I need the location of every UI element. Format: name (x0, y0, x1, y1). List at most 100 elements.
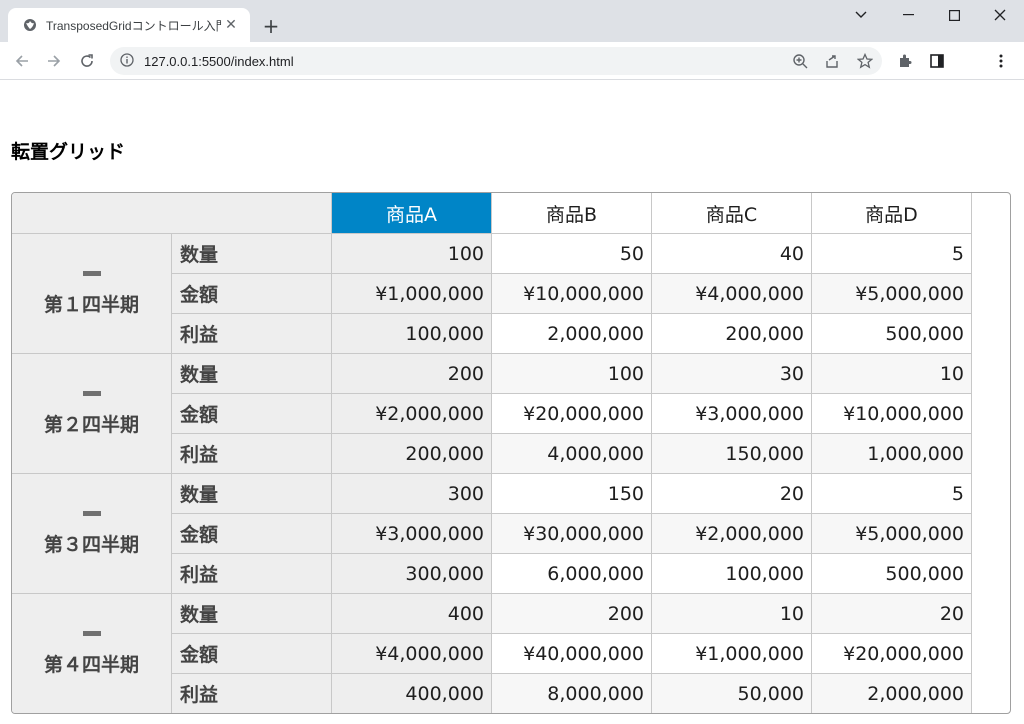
bookmark-star-icon[interactable] (851, 47, 879, 75)
share-icon[interactable] (818, 47, 846, 75)
collapse-icon[interactable] (82, 630, 101, 636)
minimize-icon[interactable] (885, 0, 931, 30)
grid-cell[interactable]: ¥5,000,000 (812, 274, 972, 314)
grid-cell[interactable]: ¥2,000,000 (652, 514, 812, 554)
row-header[interactable]: 数量 (172, 474, 332, 514)
url-text: 127.0.0.1:5500/index.html (144, 53, 294, 69)
row-header[interactable]: 数量 (172, 234, 332, 274)
grid-cell[interactable]: 5 (812, 474, 972, 514)
new-tab-button[interactable]: + (258, 13, 284, 39)
column-header[interactable]: 商品A (332, 193, 492, 234)
grid-cell[interactable]: 100,000 (652, 554, 812, 594)
collapse-icon[interactable] (82, 270, 101, 276)
menu-icon[interactable] (987, 47, 1015, 75)
row-header[interactable]: 数量 (172, 354, 332, 394)
row-header[interactable]: 金額 (172, 634, 332, 674)
grid-cell[interactable]: 200,000 (332, 434, 492, 474)
grid-top-left-cell[interactable] (12, 193, 332, 234)
grid-cell[interactable]: 150 (492, 474, 652, 514)
page-title: 転置グリッド (11, 141, 126, 163)
grid-cell[interactable]: 500,000 (812, 554, 972, 594)
grid-cell[interactable]: 200 (492, 594, 652, 634)
close-window-icon[interactable] (977, 0, 1023, 30)
grid-cell[interactable]: ¥2,000,000 (332, 394, 492, 434)
group-header[interactable]: 第１四半期 (12, 234, 172, 354)
grid-cell[interactable]: 30 (652, 354, 812, 394)
grid-cell[interactable]: ¥30,000,000 (492, 514, 652, 554)
globe-icon (22, 17, 38, 33)
group-label: 第４四半期 (43, 653, 139, 676)
grid-cell[interactable]: ¥5,000,000 (812, 514, 972, 554)
transposed-grid[interactable]: 商品A 商品B 商品C 商品D 第１四半期 数量 100 50 40 5 金額 ¥1,000,000 ¥… (11, 192, 1011, 714)
grid-cell[interactable]: 20 (812, 594, 972, 634)
column-header[interactable]: 商品B (492, 193, 652, 234)
column-header[interactable]: 商品C (652, 193, 812, 234)
grid-cell[interactable]: ¥10,000,000 (812, 394, 972, 434)
grid-cell[interactable]: 150,000 (652, 434, 812, 474)
group-header[interactable]: 第３四半期 (12, 474, 172, 594)
row-header[interactable]: 利益 (172, 314, 332, 354)
grid-cell[interactable]: 100,000 (332, 314, 492, 354)
collapse-icon[interactable] (82, 390, 101, 396)
group-header[interactable]: 第４四半期 (12, 594, 172, 713)
grid-cell[interactable]: ¥20,000,000 (492, 394, 652, 434)
grid-cell[interactable]: 10 (812, 354, 972, 394)
zoom-icon[interactable] (786, 47, 814, 75)
group-label: 第１四半期 (43, 293, 139, 316)
grid-cell[interactable]: 300,000 (332, 554, 492, 594)
grid-cell[interactable]: ¥1,000,000 (332, 274, 492, 314)
grid-cell[interactable]: ¥1,000,000 (652, 634, 812, 674)
info-icon[interactable] (120, 52, 134, 71)
grid-cell[interactable]: 2,000,000 (492, 314, 652, 354)
close-tab-icon[interactable]: ✕ (222, 16, 240, 34)
grid-cell[interactable]: 100 (492, 354, 652, 394)
row-header[interactable]: 金額 (172, 394, 332, 434)
grid-cell[interactable]: 50,000 (652, 674, 812, 713)
grid-cell[interactable]: 10 (652, 594, 812, 634)
grid-cell[interactable]: 40 (652, 234, 812, 274)
grid-cell[interactable]: ¥4,000,000 (332, 634, 492, 674)
grid-cell[interactable]: ¥10,000,000 (492, 274, 652, 314)
grid-cell[interactable]: 4,000,000 (492, 434, 652, 474)
column-header[interactable]: 商品D (812, 193, 972, 234)
grid-cell[interactable]: 100 (332, 234, 492, 274)
grid-cell[interactable]: 8,000,000 (492, 674, 652, 713)
tab-search-icon[interactable] (838, 0, 884, 30)
browser-tabstrip: TransposedGridコントロール入門 ✕ + (0, 0, 1024, 42)
browser-tab[interactable]: TransposedGridコントロール入門 ✕ (8, 8, 250, 42)
grid-cell[interactable]: 400 (332, 594, 492, 634)
grid-cell[interactable]: ¥3,000,000 (332, 514, 492, 554)
grid-cell[interactable]: 200,000 (652, 314, 812, 354)
grid-cell[interactable]: 20 (652, 474, 812, 514)
grid-cell[interactable]: ¥4,000,000 (652, 274, 812, 314)
grid-cell[interactable]: 50 (492, 234, 652, 274)
row-header[interactable]: 数量 (172, 594, 332, 634)
grid-cell[interactable]: ¥40,000,000 (492, 634, 652, 674)
browser-toolbar: 127.0.0.1:5500/index.html (0, 42, 1024, 80)
row-header[interactable]: 利益 (172, 434, 332, 474)
grid-cell[interactable]: 400,000 (332, 674, 492, 713)
maximize-icon[interactable] (931, 0, 977, 30)
side-panel-icon[interactable] (923, 47, 951, 75)
reload-icon[interactable] (73, 47, 101, 75)
extensions-icon[interactable] (891, 47, 919, 75)
collapse-icon[interactable] (82, 510, 101, 516)
grid-cell[interactable]: 5 (812, 234, 972, 274)
group-label: 第２四半期 (43, 413, 139, 436)
row-header[interactable]: 金額 (172, 274, 332, 314)
row-header[interactable]: 利益 (172, 554, 332, 594)
grid-cell[interactable]: 1,000,000 (812, 434, 972, 474)
group-header[interactable]: 第２四半期 (12, 354, 172, 474)
address-bar[interactable]: 127.0.0.1:5500/index.html (110, 47, 882, 75)
grid-cell[interactable]: ¥20,000,000 (812, 634, 972, 674)
row-header[interactable]: 金額 (172, 514, 332, 554)
grid-cell[interactable]: 6,000,000 (492, 554, 652, 594)
grid-cell[interactable]: 500,000 (812, 314, 972, 354)
forward-icon[interactable] (40, 47, 68, 75)
grid-cell[interactable]: 300 (332, 474, 492, 514)
grid-cell[interactable]: 2,000,000 (812, 674, 972, 713)
grid-cell[interactable]: 200 (332, 354, 492, 394)
back-icon[interactable] (8, 47, 36, 75)
row-header[interactable]: 利益 (172, 674, 332, 713)
grid-cell[interactable]: ¥3,000,000 (652, 394, 812, 434)
